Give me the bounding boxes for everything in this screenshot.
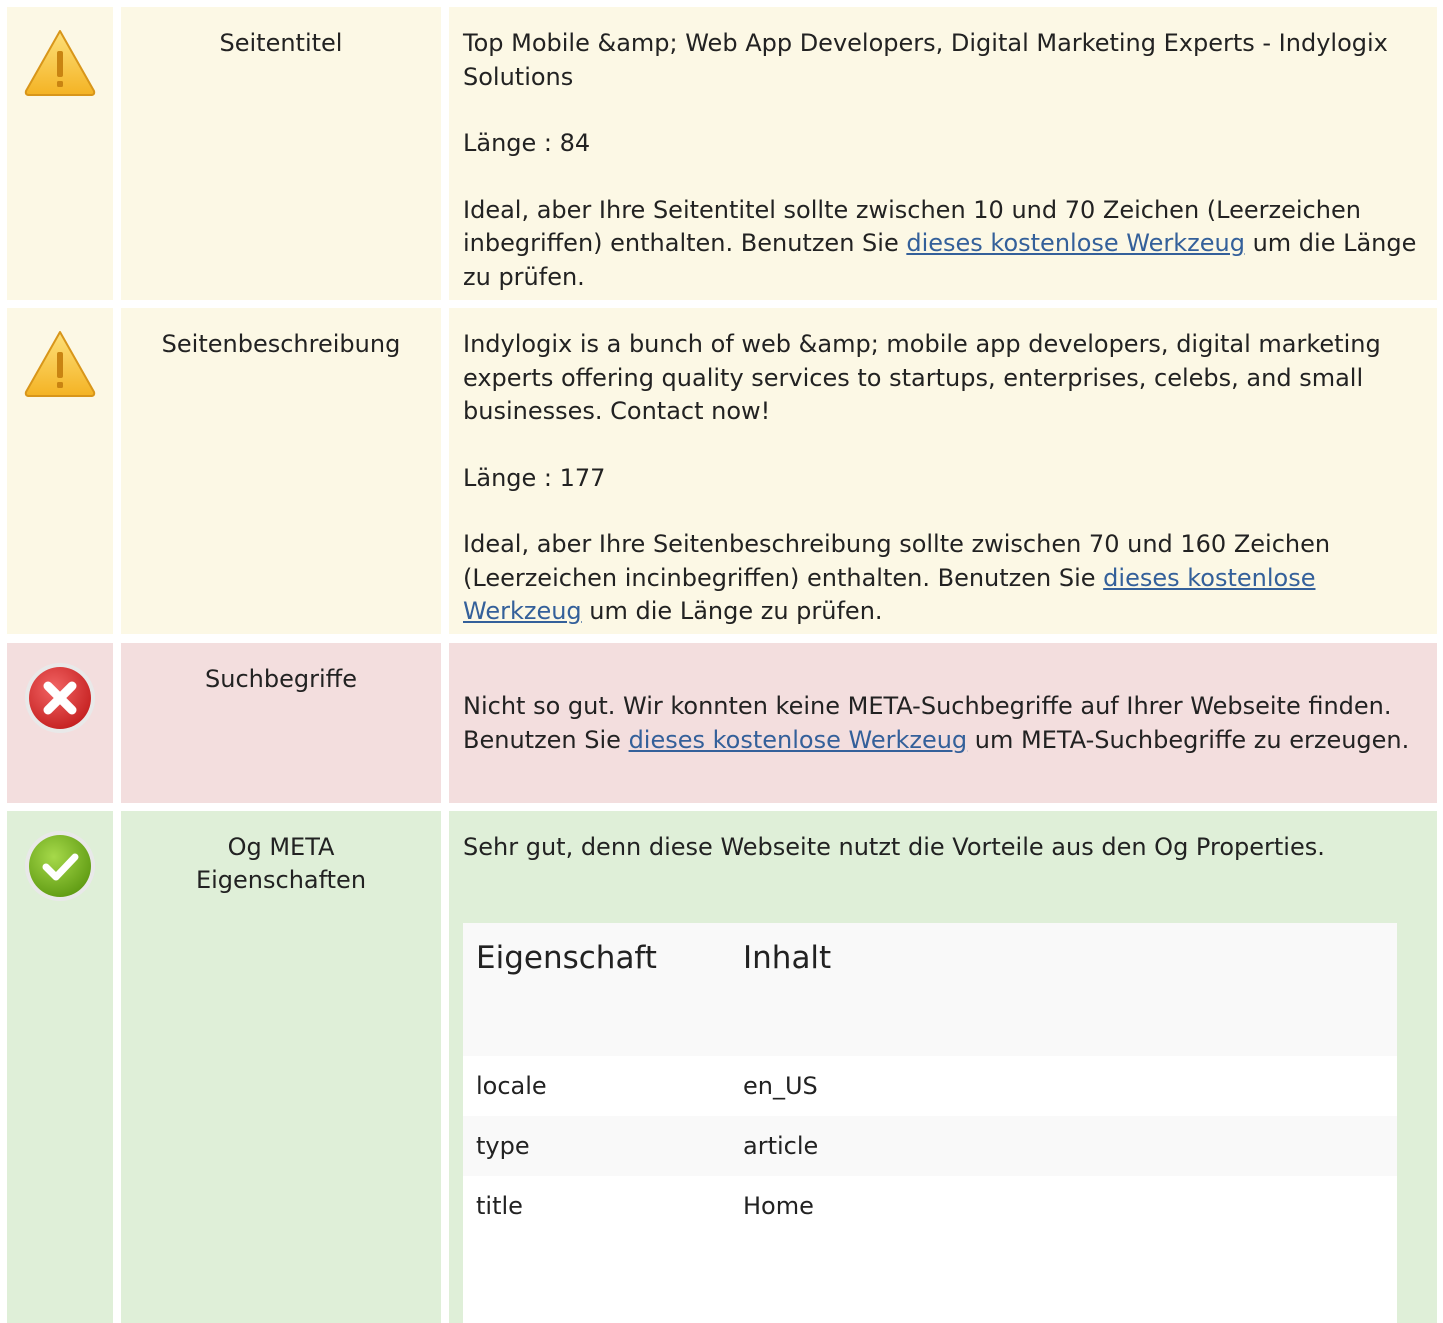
- row-label: Seitentitel: [121, 7, 441, 300]
- table-row: type article: [463, 1116, 1397, 1176]
- row-label: Suchbegriffe: [121, 643, 441, 803]
- table-spacer: [463, 1236, 1397, 1323]
- table-row: locale en_US: [463, 1056, 1397, 1116]
- row-content: Nicht so gut. Wir konnten keine META-Suc…: [449, 643, 1437, 803]
- og-properties-table: Eigenschaft Inhalt locale en_US type art…: [463, 923, 1397, 1323]
- status-cell: [7, 308, 113, 634]
- seo-report: Seitentitel Top Mobile &amp; Web App Dev…: [0, 0, 1443, 1323]
- title-value: Top Mobile &amp; Web App Developers, Dig…: [463, 29, 1388, 91]
- description-length: Länge : 177: [463, 463, 606, 492]
- row-label: Seitenbeschreibung: [121, 308, 441, 634]
- description-advice: Ideal, aber Ihre Seitenbeschreibung soll…: [463, 530, 1331, 625]
- report-row-title: Seitentitel Top Mobile &amp; Web App Dev…: [0, 7, 1443, 300]
- og-summary: Sehr gut, denn diese Webseite nutzt die …: [463, 833, 1325, 861]
- warning-triangle-icon: [24, 30, 96, 96]
- property-cell: title: [476, 1192, 523, 1220]
- warning-triangle-icon: [24, 331, 96, 397]
- title-length: Länge : 84: [463, 129, 591, 157]
- content-cell: en_US: [743, 1072, 818, 1100]
- status-cell: [7, 7, 113, 300]
- column-header-property: Eigenschaft: [476, 940, 657, 976]
- property-cell: locale: [476, 1072, 547, 1100]
- row-content: Top Mobile &amp; Web App Developers, Dig…: [449, 7, 1437, 300]
- keywords-advice: Nicht so gut. Wir konnten keine META-Suc…: [463, 692, 1410, 754]
- title-advice: Ideal, aber Ihre Seitentitel sollte zwis…: [463, 195, 1417, 291]
- status-cell: [7, 643, 113, 803]
- column-header-content: Inhalt: [743, 940, 832, 976]
- report-row-og-meta: Og META Eigenschaften Sehr gut, denn die…: [0, 811, 1443, 1323]
- check-circle-icon: [25, 831, 95, 901]
- status-cell: [7, 811, 113, 1323]
- table-header: Eigenschaft Inhalt: [463, 923, 1397, 1056]
- description-value: Indylogix is a bunch of web &amp; mobile…: [463, 330, 1381, 425]
- row-content: Sehr gut, denn diese Webseite nutzt die …: [449, 811, 1437, 1323]
- row-label: Og META Eigenschaften: [121, 811, 441, 1323]
- report-row-description: Seitenbeschreibung Indylogix is a bunch …: [0, 308, 1443, 634]
- report-row-keywords: Suchbegriffe Nicht so gut. Wir konnten k…: [0, 643, 1443, 803]
- content-cell: Home: [743, 1192, 814, 1220]
- row-content: Indylogix is a bunch of web &amp; mobile…: [449, 308, 1437, 634]
- table-row: title Home: [463, 1176, 1397, 1236]
- error-x-icon: [25, 663, 95, 733]
- table-body: locale en_US type article title Home: [463, 1056, 1397, 1323]
- content-cell: article: [743, 1132, 819, 1160]
- free-tool-link[interactable]: dieses kostenlose Werkzeug: [629, 726, 968, 754]
- property-cell: type: [476, 1132, 530, 1160]
- free-tool-link[interactable]: dieses kostenlose Werkzeug: [906, 229, 1245, 257]
